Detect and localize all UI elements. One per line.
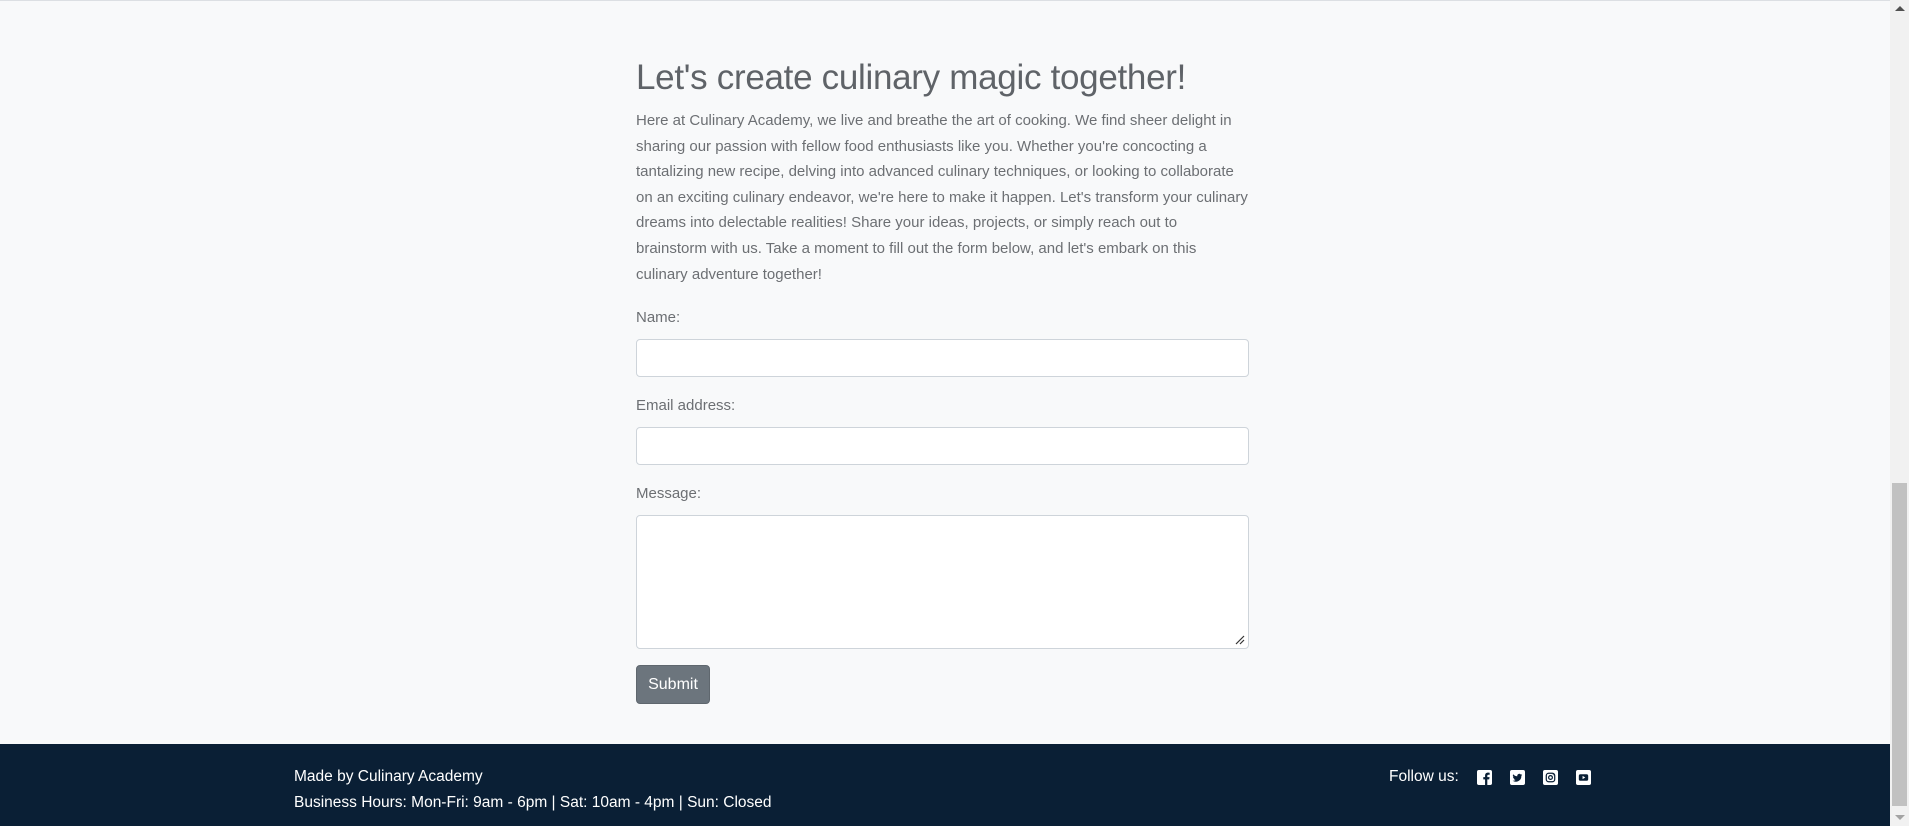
contact-section: Let's create culinary magic together! He… bbox=[636, 54, 1249, 705]
page-title: Let's create culinary magic together! bbox=[636, 58, 1187, 97]
footer-info: Made by Culinary Academy Business Hours:… bbox=[294, 764, 772, 816]
follow-label: Follow us: bbox=[1389, 768, 1459, 785]
scrollbar-thumb[interactable] bbox=[1892, 483, 1907, 806]
email-field[interactable] bbox=[636, 427, 1249, 466]
scroll-up-icon[interactable] bbox=[1895, 6, 1905, 11]
instagram-icon[interactable] bbox=[1542, 769, 1558, 785]
footer: Made by Culinary Academy Business Hours:… bbox=[0, 744, 1890, 826]
facebook-icon[interactable] bbox=[1476, 769, 1492, 785]
name-label: Name: bbox=[636, 309, 681, 327]
footer-social: Follow us: bbox=[1389, 764, 1609, 790]
message-field[interactable] bbox=[636, 515, 1249, 650]
page: Let's create culinary magic together! He… bbox=[0, 0, 1890, 826]
top-divider bbox=[0, 0, 1890, 1]
resize-handle-icon[interactable] bbox=[1235, 635, 1245, 645]
email-label: Email address: bbox=[636, 397, 736, 415]
contact-form: Name: Email address: Message: Submit bbox=[636, 307, 1249, 705]
intro-paragraph: Here at Culinary Academy, we live and br… bbox=[636, 112, 1248, 283]
submit-button[interactable]: Submit bbox=[636, 665, 710, 705]
youtube-icon[interactable] bbox=[1575, 769, 1591, 785]
scroll-down-icon[interactable] bbox=[1895, 815, 1905, 820]
vertical-scrollbar[interactable] bbox=[1890, 0, 1909, 826]
name-field[interactable] bbox=[636, 339, 1249, 378]
footer-business-hours: Business Hours: Mon-Fri: 9am - 6pm | Sat… bbox=[294, 794, 772, 811]
twitter-icon[interactable] bbox=[1509, 769, 1525, 785]
message-label: Message: bbox=[636, 485, 702, 503]
footer-made-by: Made by Culinary Academy bbox=[294, 768, 483, 785]
